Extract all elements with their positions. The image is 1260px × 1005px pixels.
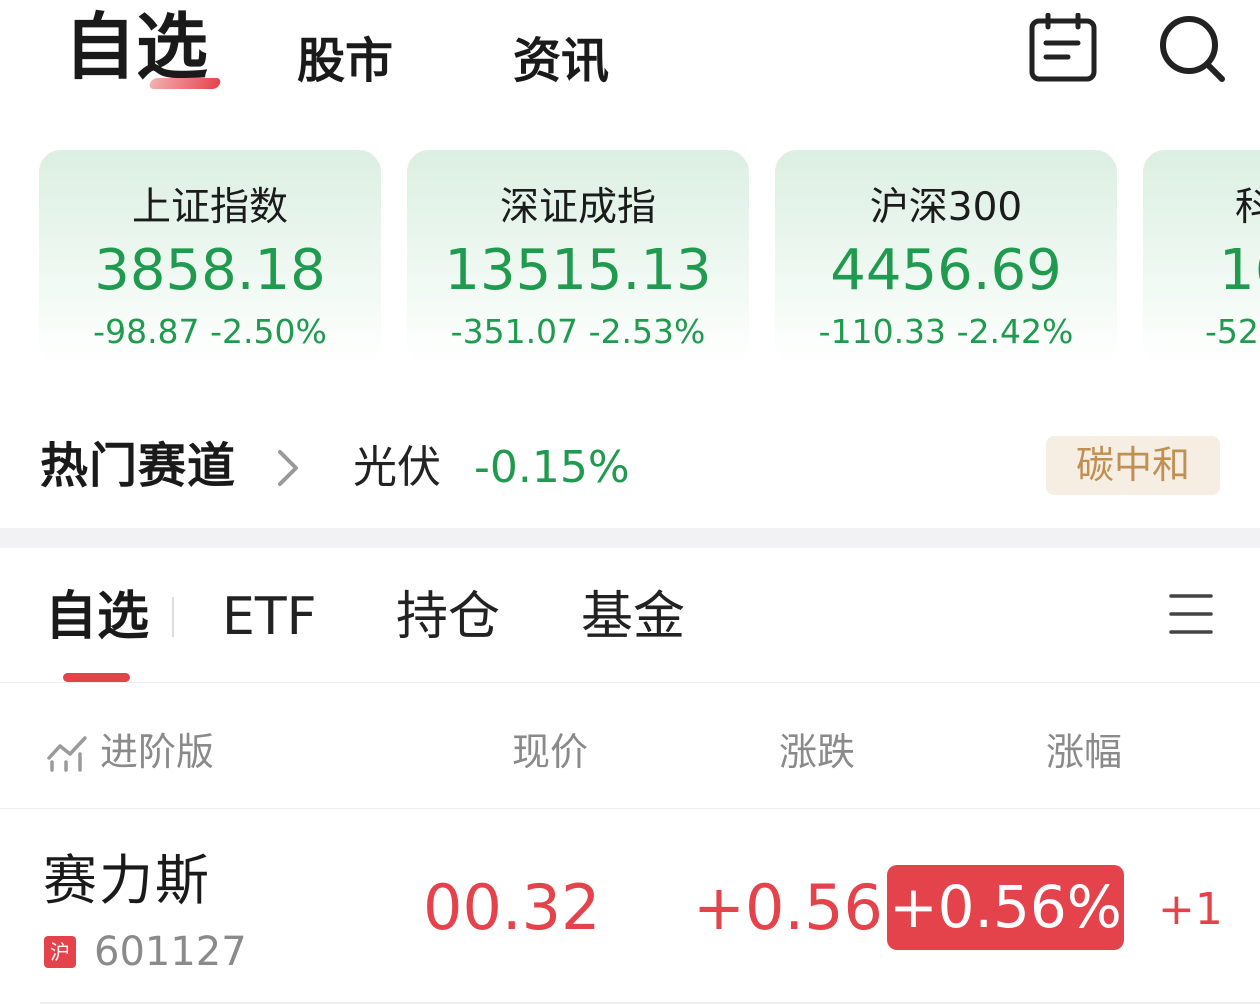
index-value: 13515.13 (444, 238, 712, 303)
active-tab-underline (148, 78, 222, 89)
chevron-right-icon[interactable] (272, 446, 302, 494)
index-name: 上证指数 (131, 185, 288, 230)
column-header-change[interactable]: 涨跌 (779, 726, 855, 778)
stock-code: 601127 (94, 929, 247, 975)
hot-track-title[interactable]: 热门赛道 (40, 435, 236, 497)
subtab-separator (172, 597, 174, 637)
carbon-neutral-tag[interactable]: 碳中和 (1046, 436, 1220, 495)
subtab-active-indicator (63, 673, 130, 682)
hot-sector-name[interactable]: 光伏 (353, 440, 441, 496)
index-value: 4456.69 (830, 238, 1062, 303)
index-card-shenzhen[interactable]: 深证成指 13515.13 -351.07 -2.53% (407, 150, 749, 365)
stock-extra-value: +1 (1158, 884, 1223, 935)
stock-percent-badge: +0.56% (887, 865, 1124, 950)
index-card-shanghai[interactable]: 上证指数 3858.18 -98.87 -2.50% (39, 150, 381, 365)
subtab-etf[interactable]: ETF (222, 584, 317, 650)
index-change-amount: -110.33 (818, 312, 947, 351)
index-card-star[interactable]: 科 16 -52 (1143, 150, 1260, 365)
tab-market[interactable]: 股市 (297, 30, 393, 92)
column-header-price[interactable]: 现价 (512, 726, 588, 778)
index-change: -52 (1205, 312, 1260, 351)
index-change-amount: -98.87 (93, 312, 200, 351)
market-badge: 沪 (44, 936, 76, 968)
index-name: 科 (1235, 185, 1260, 230)
header-divider (0, 808, 1260, 809)
index-change-percent: -2.53% (588, 312, 706, 351)
search-icon[interactable] (1155, 12, 1227, 84)
index-change-percent: -2.42% (956, 312, 1074, 351)
calendar-icon[interactable] (1027, 12, 1099, 84)
index-change-percent: -2.50% (210, 312, 327, 351)
index-change-amount: -351.07 (450, 312, 579, 351)
index-value: 3858.18 (94, 238, 326, 303)
stock-price: 00.32 (423, 871, 601, 944)
subtab-funds[interactable]: 基金 (581, 584, 685, 650)
index-card-csi300[interactable]: 沪深300 4456.69 -110.33 -2.42% (775, 150, 1117, 365)
subtab-divider (0, 682, 1260, 683)
index-name: 深证成指 (499, 185, 656, 230)
stock-change: +0.56 (693, 871, 883, 944)
section-divider (0, 528, 1260, 548)
subtab-watchlist[interactable]: 自选 (45, 584, 149, 650)
row-divider (40, 1002, 1260, 1004)
index-name: 沪深300 (869, 185, 1023, 230)
tab-news[interactable]: 资讯 (513, 30, 609, 92)
menu-icon[interactable] (1168, 590, 1214, 642)
advanced-mode-label[interactable]: 进阶版 (100, 726, 214, 778)
stock-name[interactable]: 赛力斯 (43, 848, 211, 914)
index-change: -98.87 -2.50% (39, 312, 381, 351)
index-value: 16 (1219, 238, 1260, 303)
column-header-percent[interactable]: 涨幅 (1046, 726, 1122, 778)
index-change-amount: -52 (1205, 312, 1259, 351)
trend-chart-icon[interactable] (46, 734, 88, 776)
subtab-holdings[interactable]: 持仓 (396, 584, 500, 650)
index-change: -351.07 -2.53% (407, 312, 749, 351)
index-change: -110.33 -2.42% (775, 312, 1117, 351)
hot-sector-change: -0.15% (474, 442, 630, 493)
